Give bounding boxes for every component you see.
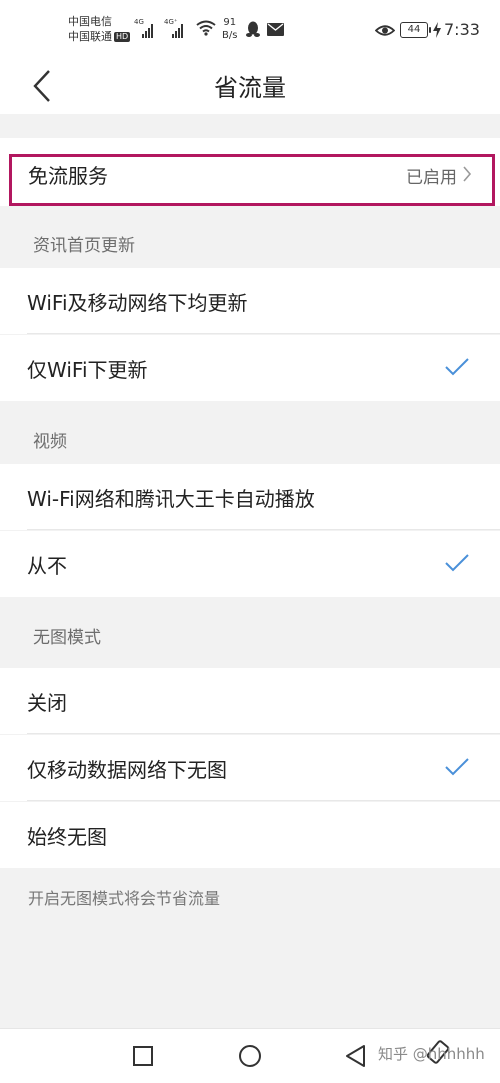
- option-label: 仅移动数据网络下无图: [27, 757, 227, 782]
- divider: [27, 733, 500, 734]
- free-service-status: 已启用: [406, 168, 457, 188]
- chevron-right-icon: [463, 166, 472, 182]
- divider: [27, 529, 500, 530]
- net-speed: 91 B/s: [222, 17, 238, 41]
- status-bar: 中国电信 中国联通 HD 4G 4G⁺ 91 B/s 44 7:33: [0, 0, 500, 58]
- eye-icon: [375, 25, 395, 36]
- qq-icon: [246, 21, 260, 37]
- option-no-image-mobile-data[interactable]: 仅移动数据网络下无图: [0, 735, 500, 801]
- mail-icon: [267, 23, 284, 36]
- signal-1-icon: 4G: [134, 18, 162, 38]
- option-no-image-always[interactable]: 始终无图: [0, 802, 500, 868]
- option-label: WiFi及移动网络下均更新: [27, 290, 248, 315]
- hd-badge: HD: [114, 32, 131, 42]
- battery-indicator: 44: [400, 22, 431, 38]
- clock: 7:33: [444, 20, 480, 39]
- signal-2-icon: 4G⁺: [164, 18, 194, 38]
- carrier-2: 中国联通: [68, 30, 112, 43]
- checkmark-icon: [445, 758, 469, 776]
- checkmark-icon: [445, 358, 469, 376]
- option-label: 始终无图: [27, 824, 107, 849]
- option-update-wifi-only[interactable]: 仅WiFi下更新: [0, 335, 500, 401]
- section-title-news-update: 资讯首页更新: [33, 236, 135, 256]
- watermark: 知乎 @hhhhhh: [378, 1045, 485, 1063]
- carrier-1: 中国电信: [68, 15, 112, 28]
- back-triangle-icon[interactable]: [343, 1043, 369, 1069]
- carrier-info: 中国电信 中国联通 HD: [68, 14, 131, 44]
- option-label: 仅WiFi下更新: [27, 357, 148, 382]
- option-label: 关闭: [27, 690, 67, 715]
- footnote: 开启无图模式将会节省流量: [28, 889, 221, 908]
- option-video-never[interactable]: 从不: [0, 531, 500, 597]
- nav-bar: 省流量: [0, 58, 500, 114]
- recents-square-icon[interactable]: [130, 1043, 156, 1069]
- section-title-no-image: 无图模式: [33, 628, 101, 648]
- home-circle-icon[interactable]: [237, 1043, 263, 1069]
- option-label: 从不: [27, 553, 67, 578]
- wifi-icon: [196, 20, 216, 36]
- option-label: Wi-Fi网络和腾讯大王卡自动播放: [27, 486, 315, 511]
- free-service-row[interactable]: 免流服务 已启用: [0, 138, 500, 206]
- free-service-label: 免流服务: [28, 164, 108, 188]
- divider: [27, 333, 500, 334]
- section-title-video: 视频: [33, 432, 67, 452]
- divider: [27, 800, 500, 801]
- charging-icon: [433, 22, 441, 38]
- option-no-image-off[interactable]: 关闭: [0, 668, 500, 734]
- option-update-all-networks[interactable]: WiFi及移动网络下均更新: [0, 268, 500, 334]
- page-title: 省流量: [214, 74, 286, 102]
- checkmark-icon: [445, 554, 469, 572]
- option-video-autoplay[interactable]: Wi-Fi网络和腾讯大王卡自动播放: [0, 464, 500, 530]
